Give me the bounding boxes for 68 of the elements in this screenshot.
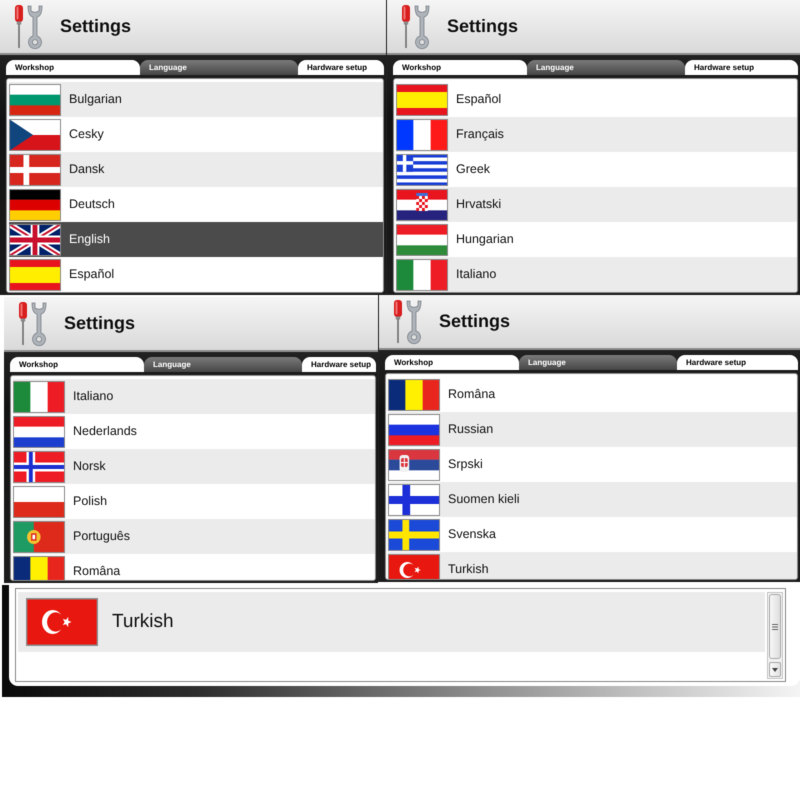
tab[interactable]: Hardware setup [685,60,798,75]
tab[interactable]: Language [140,60,298,75]
language-row[interactable]: Româna [13,554,375,580]
tab[interactable]: Language [519,355,677,370]
flag-icon [396,258,448,290]
language-row[interactable]: Português [13,519,375,554]
flag-icon [396,188,448,220]
flag-icon [9,84,61,116]
tab[interactable]: Workshop [10,357,144,372]
flag-icon [388,484,440,516]
flag-icon [388,448,440,480]
tab[interactable]: Language [527,60,685,75]
language-row[interactable]: Français [396,117,797,152]
tab[interactable]: Workshop [385,355,519,370]
flag-icon [396,224,448,256]
language-row[interactable]: Norsk [13,449,375,484]
language-row[interactable]: Greek [396,152,797,187]
flag-icon [26,598,98,646]
flag-icon [9,118,61,150]
flag-icon [396,118,448,150]
language-row[interactable]: Hrvatski [396,187,797,222]
scrollbar-thumb[interactable] [769,594,781,659]
language-row[interactable]: Polish [13,484,375,519]
tab[interactable]: Workshop [6,60,140,75]
language-row[interactable]: Bulgarian [9,82,383,117]
flag-icon [396,154,448,186]
flag-icon [388,414,440,446]
flag-icon [13,416,65,448]
flag-icon [9,188,61,220]
flag-icon [9,154,61,186]
flag-icon [9,224,61,256]
language-row[interactable]: English [9,222,383,257]
window-title: Settings [447,15,518,38]
flag-icon [388,378,440,410]
language-row[interactable]: Italiano [13,379,375,414]
scroll-down-button[interactable] [769,662,781,677]
grip-icon [772,624,778,630]
tab[interactable]: Language [144,357,302,372]
window-title: Settings [60,15,132,38]
language-row[interactable]: Cesky [9,117,383,152]
language-row[interactable]: Dansk [9,152,383,187]
language-row[interactable]: Suomen kieli [388,482,797,517]
window-title: Settings [439,310,510,333]
flag-icon [13,380,65,412]
tab[interactable]: Hardware setup [298,60,384,75]
flag-icon [13,450,65,482]
language-row[interactable]: Româna [388,377,797,412]
language-row[interactable]: Nederlands [13,414,375,449]
language-row[interactable]: Russian [388,412,797,447]
down-arrow-icon [772,668,778,672]
flag-icon [9,258,61,290]
flag-icon [396,84,448,116]
language-row[interactable]: Svenska [388,517,797,552]
flag-icon [13,520,65,552]
tab[interactable]: Hardware setup [302,357,376,372]
language-row[interactable]: Español [9,257,383,292]
language-row[interactable]: Hungarian [396,222,797,257]
language-row[interactable]: Español [396,82,797,117]
tab[interactable]: Hardware setup [677,355,798,370]
flag-icon [13,486,65,518]
window-title: Settings [64,312,136,335]
tab[interactable]: Workshop [393,60,527,75]
language-row[interactable]: Italiano [396,257,797,292]
flag-icon [388,518,440,550]
language-row[interactable]: Turkish [388,552,797,579]
language-row[interactable]: Turkish [18,592,765,652]
language-row[interactable]: Srpski [388,447,797,482]
language-row[interactable]: Deutsch [9,187,383,222]
